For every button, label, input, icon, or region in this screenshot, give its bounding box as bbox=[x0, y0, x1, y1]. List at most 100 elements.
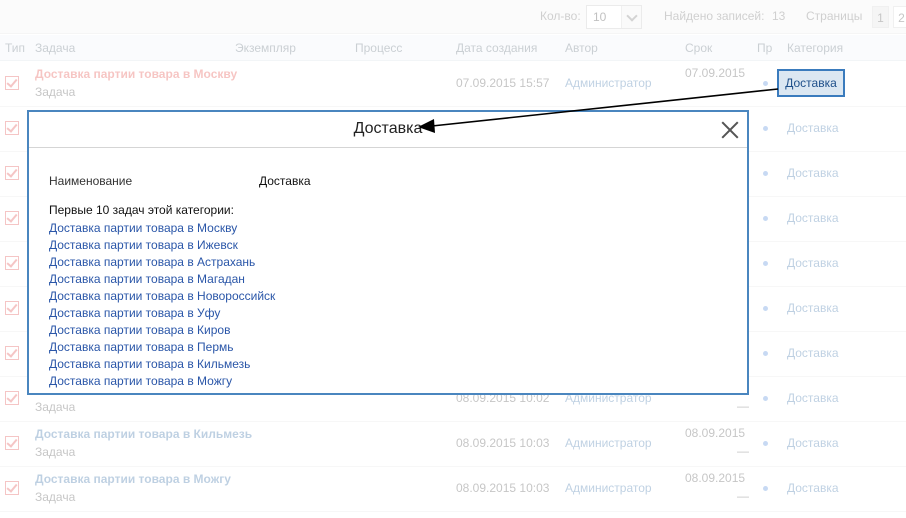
term-dash: — bbox=[737, 444, 749, 458]
category-link[interactable]: Доставка bbox=[787, 436, 839, 450]
col-task[interactable]: Задача bbox=[35, 41, 75, 55]
category-link[interactable]: Доставка bbox=[787, 391, 839, 405]
task-link-9[interactable]: Доставка партии товара в Кильмезь bbox=[49, 357, 250, 371]
category-link[interactable]: Доставка bbox=[787, 211, 839, 225]
col-created[interactable]: Дата создания bbox=[456, 41, 537, 55]
task-type-check-icon bbox=[5, 166, 19, 180]
priority-dot-icon bbox=[763, 171, 768, 176]
count-select-value: 10 bbox=[593, 10, 607, 24]
chevron-down-icon[interactable] bbox=[621, 6, 641, 28]
list-item: Доставка партии товара в Можгу bbox=[49, 373, 275, 390]
created-date: 08.09.2015 10:03 bbox=[456, 436, 550, 450]
dialog-title: Доставка bbox=[353, 120, 423, 137]
term-dash: — bbox=[737, 399, 749, 413]
author-link[interactable]: Администратор bbox=[565, 76, 652, 90]
list-item: Доставка партии товара в Ижевск bbox=[49, 237, 275, 254]
task-type-check-icon bbox=[5, 211, 19, 225]
name-field-value: Доставка bbox=[259, 174, 311, 188]
task-link-6[interactable]: Доставка партии товара в Уфу bbox=[49, 306, 220, 320]
category-link[interactable]: Доставка bbox=[787, 256, 839, 270]
task-type-label: Задача bbox=[35, 490, 76, 504]
priority-dot-icon bbox=[763, 396, 768, 401]
category-link[interactable]: Доставка bbox=[787, 121, 839, 135]
term-date: 08.09.2015 bbox=[685, 426, 746, 440]
name-field-label: Наименование bbox=[49, 174, 133, 188]
list-item: Доставка партии товара в Пермь bbox=[49, 339, 275, 356]
list-item: Доставка партии товара в Киров bbox=[49, 322, 275, 339]
page-button-1[interactable]: 1 bbox=[872, 6, 889, 28]
task-type-label: Задача bbox=[35, 85, 76, 99]
table-row[interactable]: Доставка партии товара в Можгу Задача 08.0… bbox=[0, 467, 906, 512]
count-label: Кол-во: bbox=[540, 9, 581, 23]
table-row[interactable]: Доставка партии товара в Кильмезь Задача 0… bbox=[0, 422, 906, 467]
task-link-7[interactable]: Доставка партии товара в Киров bbox=[49, 323, 230, 337]
list-item: Доставка партии товара в Уфу bbox=[49, 305, 275, 322]
task-type-check-icon bbox=[5, 391, 19, 405]
term-dash: — bbox=[737, 489, 749, 503]
dialog-header: Доставка bbox=[29, 112, 747, 148]
category-link[interactable]: Доставка bbox=[787, 346, 839, 360]
author-link[interactable]: Администратор bbox=[565, 481, 652, 495]
col-term[interactable]: Срок bbox=[685, 41, 712, 55]
task-title[interactable]: Доставка партии товара в Можгу bbox=[35, 472, 231, 486]
list-toolbar: Кол-во: 10 Найдено записей: 13 Страницы … bbox=[0, 0, 906, 34]
term-date: 08.09.2015 bbox=[685, 471, 746, 485]
task-type-label: Задача bbox=[35, 445, 76, 459]
count-select[interactable]: 10 bbox=[586, 5, 642, 29]
category-cell-highlighted[interactable]: Доставка bbox=[777, 69, 845, 97]
task-type-label: Задача bbox=[35, 400, 76, 414]
task-link-3[interactable]: Доставка партии товара в Астрахань bbox=[49, 255, 255, 269]
col-type[interactable]: Тип bbox=[5, 41, 25, 55]
table-row[interactable]: Доставка партии товара в Москву Задача 07.… bbox=[0, 62, 906, 107]
category-link[interactable]: Доставка bbox=[787, 301, 839, 315]
priority-dot-icon bbox=[763, 81, 768, 86]
author-link[interactable]: Администратор bbox=[565, 436, 652, 450]
category-task-list: Доставка партии товара в Москву Доставка… bbox=[49, 220, 275, 390]
list-item: Доставка партии товара в Астрахань bbox=[49, 254, 275, 271]
list-item: Доставка партии товара в Новороссийск bbox=[49, 288, 275, 305]
task-title[interactable]: Доставка партии товара в Кильмезь bbox=[35, 427, 252, 441]
priority-dot-icon bbox=[763, 306, 768, 311]
created-date: 08.09.2015 10:03 bbox=[456, 481, 550, 495]
priority-dot-icon bbox=[763, 486, 768, 491]
task-link-8[interactable]: Доставка партии товара в Пермь bbox=[49, 340, 234, 354]
priority-dot-icon bbox=[763, 261, 768, 266]
close-icon[interactable] bbox=[719, 119, 741, 141]
list-item: Доставка партии товара в Москву bbox=[49, 220, 275, 237]
list-item: Доставка партии товара в Кильмезь bbox=[49, 356, 275, 373]
task-type-check-icon bbox=[5, 301, 19, 315]
priority-dot-icon bbox=[763, 351, 768, 356]
task-type-check-icon bbox=[5, 346, 19, 360]
task-link-2[interactable]: Доставка партии товара в Ижевск bbox=[49, 238, 238, 252]
task-link-1[interactable]: Доставка партии товара в Москву bbox=[49, 221, 237, 235]
priority-dot-icon bbox=[763, 126, 768, 131]
tasks-list-heading: Первые 10 задач этой категории: bbox=[49, 203, 234, 217]
found-label: Найдено записей: bbox=[664, 9, 765, 23]
task-type-check-icon bbox=[5, 481, 19, 495]
category-link[interactable]: Доставка bbox=[787, 166, 839, 180]
list-item: Доставка партии товара в Магадан bbox=[49, 271, 275, 288]
category-dialog: Доставка Наименование Доставка Первые 10… bbox=[27, 110, 749, 395]
table-header: Тип Задача Экземпляр Процесс Дата создан… bbox=[0, 35, 906, 61]
task-type-check-icon bbox=[5, 76, 19, 90]
col-instance[interactable]: Экземпляр bbox=[235, 41, 296, 55]
category-link[interactable]: Доставка bbox=[787, 481, 839, 495]
task-link-5[interactable]: Доставка партии товара в Новороссийск bbox=[49, 289, 275, 303]
task-type-check-icon bbox=[5, 256, 19, 270]
col-priority[interactable]: Пр bbox=[757, 41, 772, 55]
task-link-10[interactable]: Доставка партии товара в Можгу bbox=[49, 374, 232, 388]
created-date: 07.09.2015 15:57 bbox=[456, 76, 550, 90]
page-button-2[interactable]: 2 bbox=[893, 6, 906, 28]
priority-dot-icon bbox=[763, 216, 768, 221]
task-type-check-icon bbox=[5, 121, 19, 135]
term-date: 07.09.2015 bbox=[685, 66, 746, 80]
col-author[interactable]: Автор bbox=[565, 41, 598, 55]
found-value: 13 bbox=[772, 9, 786, 23]
priority-dot-icon bbox=[763, 441, 768, 446]
task-link-4[interactable]: Доставка партии товара в Магадан bbox=[49, 272, 245, 286]
task-title[interactable]: Доставка партии товара в Москву bbox=[35, 67, 237, 81]
col-category[interactable]: Категория bbox=[787, 41, 843, 55]
pages-label: Страницы bbox=[806, 9, 863, 23]
task-type-check-icon bbox=[5, 436, 19, 450]
col-process[interactable]: Процесс bbox=[355, 41, 402, 55]
